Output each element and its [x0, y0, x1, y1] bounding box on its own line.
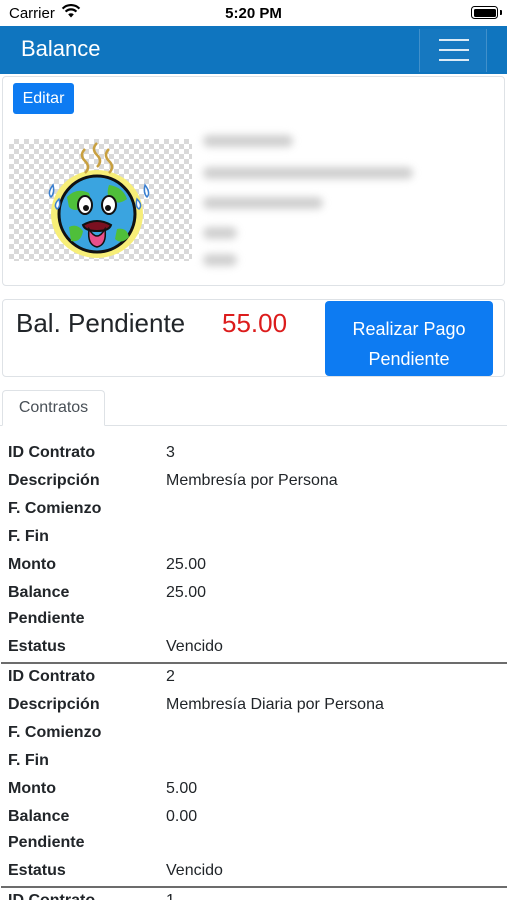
pending-balance-value: 55.00 [222, 308, 288, 338]
contract-amount: 5.00 [166, 780, 198, 797]
redacted-email [203, 167, 413, 179]
make-payment-button[interactable]: Realizar Pago Pendiente [325, 301, 493, 376]
hamburger-icon [439, 39, 469, 41]
contract-balance: 25.00 [166, 584, 207, 601]
contract-item: ID Contrato 3 Descripción Membresía por Pe… [1, 426, 507, 664]
label-balance: Balance [8, 808, 70, 825]
navbar: Balance [0, 26, 507, 74]
label-status: Estatus [8, 862, 66, 879]
contract-balance: 0.00 [166, 808, 198, 825]
avatar [9, 139, 192, 261]
label-amount: Monto [8, 556, 56, 573]
contract-description: Membresía por Persona [166, 472, 338, 489]
label-id: ID Contrato [8, 444, 96, 461]
redacted-detail [203, 254, 237, 266]
contract-item: ID Contrato 2 Descripción Membresía Diaria… [1, 664, 507, 888]
contract-description: Membresía Diaria por Persona [166, 696, 384, 713]
contract-status: Vencido [166, 862, 223, 879]
contract-id: 1 [166, 887, 175, 900]
tab-contracts[interactable]: Contratos [2, 390, 105, 426]
label-id: ID Contrato [8, 668, 96, 685]
balance-card: Bal. Pendiente 55.00 Realizar Pago Pendi… [2, 299, 505, 377]
label-id: ID Contrato [8, 887, 95, 900]
label-start-date: F. Comienzo [8, 724, 102, 741]
status-bar: Carrier 5:20 PM [0, 0, 507, 26]
sweating-earth-icon [48, 142, 150, 258]
contract-status: Vencido [166, 638, 223, 655]
contract-id: 2 [166, 668, 175, 685]
contract-item: ID Contrato 1 [1, 888, 507, 900]
contract-id: 3 [166, 444, 175, 461]
contract-amount: 25.00 [166, 556, 207, 573]
edit-button[interactable]: Editar [13, 83, 74, 114]
label-start-date: F. Comienzo [8, 500, 102, 517]
pending-balance-label: Bal. Pendiente [16, 308, 186, 338]
label-description: Descripción [8, 696, 100, 713]
redacted-phone [203, 197, 323, 209]
battery-icon [471, 6, 502, 19]
label-status: Estatus [8, 638, 66, 655]
label-amount: Monto [8, 780, 56, 797]
profile-card: Editar [2, 76, 505, 286]
redacted-name [203, 135, 293, 147]
label-balance: Balance [8, 584, 70, 601]
label-description: Descripción [8, 472, 100, 489]
label-end-date: F. Fin [8, 528, 49, 545]
page-title: Balance [21, 36, 101, 61]
clock: 5:20 PM [225, 5, 282, 22]
label-balance-pending: Pendiente [8, 834, 85, 851]
menu-button[interactable] [419, 29, 487, 72]
redacted-detail [203, 227, 237, 239]
label-end-date: F. Fin [8, 752, 49, 769]
label-balance-pending: Pendiente [8, 610, 85, 627]
